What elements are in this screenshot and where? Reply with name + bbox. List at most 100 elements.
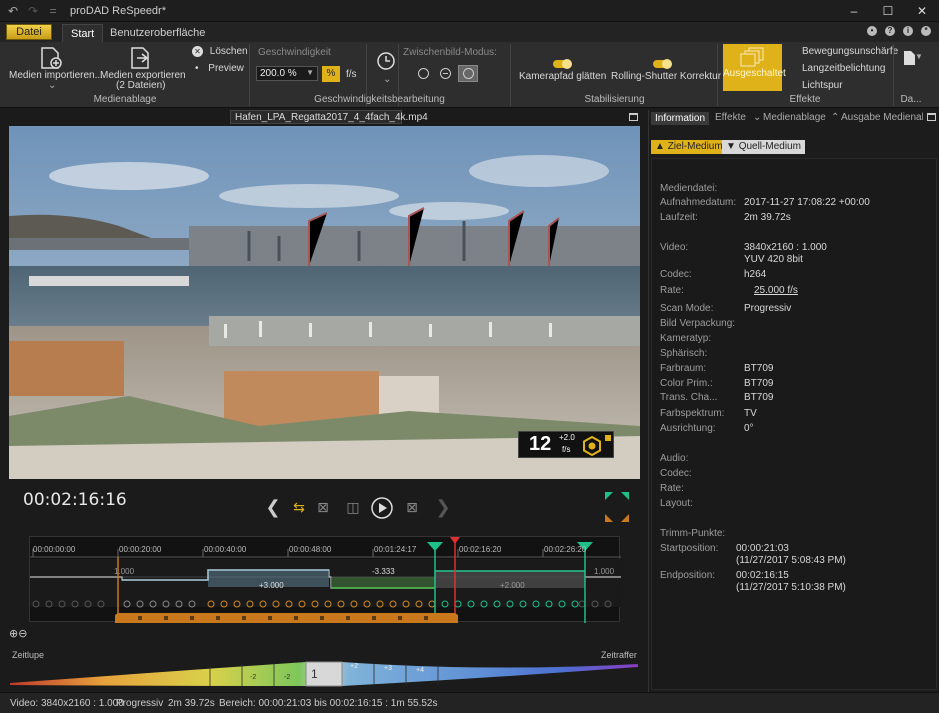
- speed-scale[interactable]: [10, 658, 638, 688]
- chevron-down-icon[interactable]: ▼: [915, 52, 923, 61]
- tab-datei[interactable]: Datei: [6, 24, 52, 40]
- tab-medienablage[interactable]: Medienablage: [763, 112, 826, 123]
- info-value: 0°: [744, 423, 754, 434]
- camera-path-toggle[interactable]: [553, 59, 572, 69]
- tab-start[interactable]: Start: [62, 24, 104, 42]
- info-value: 3840x2160 : 1.000: [744, 242, 827, 253]
- info-label: Codec:: [660, 468, 692, 479]
- speed-title: Geschwindigkeit: [258, 47, 331, 58]
- play-button[interactable]: [369, 496, 395, 519]
- skip-back-icon[interactable]: ⊠: [314, 496, 332, 518]
- status-scan: Progressiv: [116, 698, 164, 709]
- undo-icon[interactable]: ↶: [6, 4, 20, 18]
- tab-information[interactable]: Information: [651, 112, 710, 125]
- info-label: Codec:: [660, 269, 692, 280]
- help-icon[interactable]: ?: [885, 26, 895, 36]
- percent-toggle[interactable]: %: [322, 66, 340, 82]
- source-media-tab[interactable]: ▼ Quell-Medium: [722, 140, 805, 154]
- speed-input[interactable]: 200.0 % ▼: [256, 66, 318, 81]
- document-icon[interactable]: [902, 50, 916, 66]
- delete-button[interactable]: ✕ Löschen: [192, 46, 248, 57]
- info-value: 00:02:16:15: [736, 570, 789, 581]
- info-label: Rate:: [660, 483, 684, 494]
- clock-icon[interactable]: [375, 50, 397, 72]
- long-exposure-option[interactable]: Langzeitbelichtung: [802, 63, 885, 74]
- small-square-icon: [605, 435, 611, 441]
- frame-rate-link[interactable]: 25.000 f/s: [754, 285, 798, 296]
- preview-button[interactable]: • Preview: [195, 63, 244, 74]
- segment-speed: +3.000: [259, 581, 284, 590]
- info-value: TV: [744, 408, 757, 419]
- delete-label: Löschen: [209, 46, 248, 57]
- maximize-panel-icon[interactable]: [927, 113, 936, 121]
- info-value: BT709: [744, 363, 774, 374]
- maximize-preview-icon[interactable]: [629, 113, 638, 121]
- speed-badge-delta: +2.0: [559, 433, 575, 442]
- info-label: Farbspektrum:: [660, 408, 725, 419]
- rolling-shutter-toggle[interactable]: [653, 59, 672, 69]
- circle-mode-icon[interactable]: [418, 68, 429, 79]
- info-value: YUV 420 8bit: [744, 254, 803, 265]
- info-label: Rate:: [660, 285, 684, 296]
- title-bar: ↶ ↷ = proDAD ReSpeedr* – ☐ ✕: [0, 0, 939, 22]
- redo-icon[interactable]: ↷: [26, 4, 40, 18]
- effects-off-button[interactable]: Ausgeschaltet: [723, 44, 786, 91]
- tab-ausgabe-medienablage[interactable]: Ausgabe Medienablage: [841, 112, 923, 123]
- speed-scale-mark: +3: [384, 665, 392, 672]
- info-label: Audio:: [660, 453, 689, 464]
- info-label: Layout:: [660, 498, 693, 509]
- bullet-icon: •: [195, 63, 199, 74]
- info-label: Trimm-Punkte:: [660, 528, 726, 539]
- export-count: (2 Dateien): [116, 80, 166, 91]
- pause-icon[interactable]: ◫: [342, 496, 364, 518]
- next-icon[interactable]: ❯: [434, 496, 452, 518]
- tab-effekte[interactable]: Effekte: [715, 112, 746, 123]
- info-label: Sphärisch:: [660, 348, 708, 359]
- minimize-icon[interactable]: –: [837, 0, 871, 22]
- bulb-icon[interactable]: •: [867, 26, 877, 36]
- gear-icon[interactable]: *: [921, 26, 931, 36]
- minus-mode-icon[interactable]: [440, 68, 451, 79]
- info-label: Color Prim.:: [660, 378, 713, 389]
- target-media-label: Ziel-Medium: [667, 141, 723, 152]
- ribbon-divider: [510, 44, 511, 106]
- segment-speed: 1.000: [114, 567, 135, 576]
- preview-label: Preview: [208, 63, 244, 74]
- zoom-in-icon[interactable]: ⊕: [9, 628, 18, 640]
- camera-path-label: Kamerapfad glätten: [519, 71, 607, 82]
- info-value: 2017-11-27 17:08:22 +00:00: [744, 197, 870, 208]
- segment-speed: 1.000: [594, 567, 615, 576]
- maximize-icon[interactable]: ☐: [871, 0, 905, 22]
- motion-blur-option[interactable]: Bewegungsunschärfe: [802, 46, 898, 57]
- info-icon[interactable]: i: [903, 26, 913, 36]
- info-value: (11/27/2017 5:08:43 PM): [736, 555, 846, 566]
- close-icon[interactable]: ✕: [905, 0, 939, 22]
- skip-forward-icon[interactable]: ⊠: [403, 496, 421, 518]
- info-label: Ausrichtung:: [660, 423, 716, 434]
- info-label: Bild Verpackung:: [660, 318, 736, 329]
- video-preview[interactable]: 12 +2.0 f/s: [9, 126, 640, 479]
- plus-mode-button[interactable]: [458, 65, 478, 82]
- timeline-tick: 00:02:16:20: [459, 545, 502, 554]
- loop-icon[interactable]: ⇆: [290, 496, 308, 518]
- file-tab[interactable]: Hafen_LPA_Regatta2017_4_4fach_4k.mp4: [230, 110, 428, 124]
- timeline[interactable]: 00:00:00:00 00:00:20:00 00:00:40:00 00:0…: [29, 536, 621, 623]
- quick-access-icon[interactable]: =: [46, 4, 60, 18]
- chevron-down-icon[interactable]: ⌄: [383, 74, 391, 85]
- tab-benutzeroberflaeche[interactable]: Benutzeroberfläche: [102, 24, 213, 42]
- info-label: Video:: [660, 242, 689, 253]
- rolling-shutter-label: Rolling-Shutter Korrektur: [611, 71, 722, 82]
- ribbon-divider: [893, 44, 894, 106]
- chevron-down-icon[interactable]: ⌄: [48, 80, 56, 91]
- info-label: Trans. Cha...: [660, 392, 718, 403]
- trim-markers-icon[interactable]: [603, 490, 631, 524]
- zoom-out-icon[interactable]: ⊖: [18, 628, 27, 640]
- segment-speed: +2.000: [500, 581, 525, 590]
- info-value: BT709: [744, 392, 774, 403]
- light-trail-option[interactable]: Lichtspur: [802, 80, 843, 91]
- target-media-tab[interactable]: ▲ Ziel-Medium: [651, 140, 727, 154]
- fps-toggle[interactable]: f/s: [346, 69, 357, 80]
- layers-icon: [739, 47, 764, 67]
- media-info-list: Mediendatei: Aufnahmedatum: 2017-11-27 1…: [651, 158, 937, 690]
- previous-icon[interactable]: ❮: [264, 496, 282, 518]
